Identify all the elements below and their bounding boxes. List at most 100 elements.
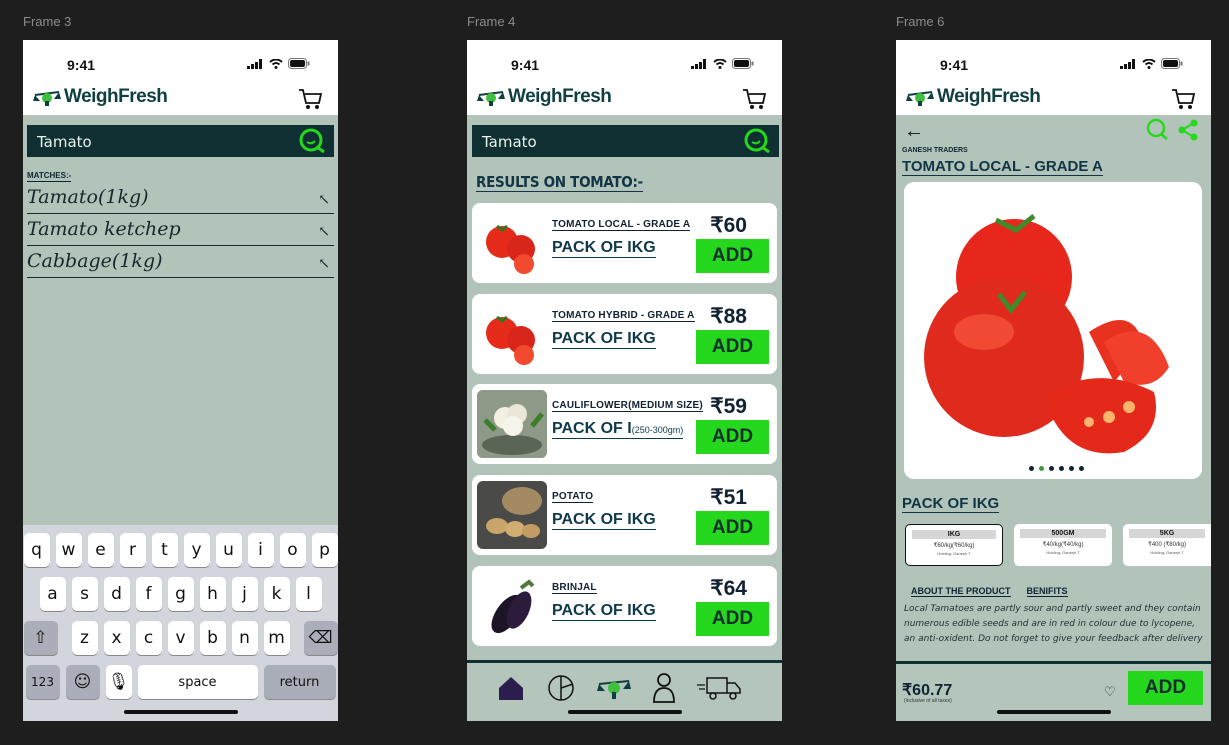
key[interactable]: g xyxy=(167,577,194,611)
product-pack: PACK OF IKG xyxy=(552,330,656,349)
key[interactable]: c xyxy=(135,621,162,655)
home-icon[interactable] xyxy=(497,675,525,701)
product-name: TOMATO HYBRID - GRADE A xyxy=(552,310,695,322)
carousel-dot[interactable] xyxy=(1079,466,1084,471)
key[interactable]: b xyxy=(199,621,226,655)
profile-icon[interactable] xyxy=(653,673,675,703)
product-name: POTATO xyxy=(552,491,594,503)
suggestion-item[interactable]: Tamato ketchep ↖ xyxy=(27,218,334,246)
key[interactable]: o xyxy=(279,533,306,567)
add-button[interactable]: ADD xyxy=(696,420,769,454)
key[interactable]: v xyxy=(167,621,194,655)
key[interactable]: s xyxy=(71,577,98,611)
backspace-key-icon[interactable]: ⌫ xyxy=(303,621,338,655)
carousel-dot[interactable] xyxy=(1049,466,1054,471)
arrow-up-left-icon[interactable]: ↖ xyxy=(318,192,330,208)
logo[interactable]: WeighFresh xyxy=(477,86,612,108)
add-button[interactable]: ADD xyxy=(696,511,769,545)
product-price: ₹64 xyxy=(710,577,747,600)
arrow-up-left-icon[interactable]: ↖ xyxy=(318,256,330,272)
status-bar: 9:41 xyxy=(467,40,782,85)
key[interactable]: y xyxy=(183,533,210,567)
key[interactable]: k xyxy=(263,577,290,611)
categories-icon[interactable] xyxy=(547,674,575,702)
add-button[interactable]: ADD xyxy=(696,239,769,273)
numbers-key[interactable]: 123 xyxy=(25,665,60,699)
add-to-cart-button[interactable]: ADD xyxy=(1128,671,1203,705)
suggestion-item[interactable]: Tamato(1kg) ↖ xyxy=(27,186,334,214)
product-pack: PACK OF I(250-300gm) xyxy=(552,420,684,439)
key[interactable]: m xyxy=(263,621,290,655)
key[interactable]: a xyxy=(39,577,66,611)
carousel-dot[interactable] xyxy=(1059,466,1064,471)
tab-benefits[interactable]: BENIFITS xyxy=(1026,586,1068,597)
status-icons xyxy=(247,58,310,69)
scale-icon[interactable] xyxy=(597,675,631,701)
carousel-dot[interactable] xyxy=(1069,466,1074,471)
key[interactable]: h xyxy=(199,577,226,611)
frame-label: Frame 3 xyxy=(23,14,72,29)
mic-key-icon[interactable]: 🎙 xyxy=(105,665,132,699)
variant-option[interactable]: 500GM ₹40/kg(₹40/kg) Holding: Ganesh T xyxy=(1014,524,1112,566)
key[interactable]: u xyxy=(215,533,242,567)
key[interactable]: f xyxy=(135,577,162,611)
matches-label: MATCHES:- xyxy=(27,171,72,182)
logo[interactable]: WeighFresh xyxy=(33,86,168,108)
product-price: ₹60 xyxy=(710,214,747,237)
tab-about[interactable]: ABOUT THE PRODUCT xyxy=(911,586,1011,597)
tomato-image xyxy=(924,214,1169,454)
add-button[interactable]: ADD xyxy=(696,602,769,636)
variant-option[interactable]: 5KG ₹400 (₹80/kg) Holding: Ganesh T xyxy=(1123,524,1211,566)
key[interactable]: z xyxy=(71,621,98,655)
key[interactable]: l xyxy=(295,577,322,611)
logo[interactable]: WeighFresh xyxy=(906,86,1041,108)
search-input[interactable]: Tamato xyxy=(27,125,334,157)
key[interactable]: x xyxy=(103,621,130,655)
product-card[interactable]: TOMATO LOCAL - GRADE A PACK OF IKG ₹60 A… xyxy=(472,203,777,283)
arrow-up-left-icon[interactable]: ↖ xyxy=(318,224,330,240)
delivery-truck-icon[interactable] xyxy=(697,675,741,701)
suggestion-item[interactable]: Cabbage(1kg) ↖ xyxy=(27,250,334,278)
product-card[interactable]: CAULIFLOWER(MEDIUM SIZE) PACK OF I(250-3… xyxy=(472,384,777,464)
key[interactable]: p xyxy=(311,533,338,567)
search-icon[interactable] xyxy=(743,128,771,158)
product-gallery[interactable] xyxy=(904,182,1202,479)
carousel-dot[interactable] xyxy=(1029,466,1034,471)
search-icon[interactable] xyxy=(1145,118,1169,142)
product-image xyxy=(477,390,547,458)
product-image xyxy=(477,300,547,368)
app-header: WeighFresh xyxy=(23,85,338,115)
key[interactable]: q xyxy=(23,533,50,567)
carousel-dot-active[interactable] xyxy=(1039,466,1044,471)
key[interactable]: d xyxy=(103,577,130,611)
product-card[interactable]: BRINJAL PACK OF IKG ₹64 ADD xyxy=(472,566,777,646)
emoji-key-icon[interactable]: ☺ xyxy=(65,665,100,699)
key[interactable]: j xyxy=(231,577,258,611)
home-indicator xyxy=(123,710,238,714)
variant-option[interactable]: IKG ₹60/kg(₹60/kg) Holding: Ganesh T xyxy=(905,524,1003,566)
heart-icon[interactable]: ♡ xyxy=(1104,684,1116,700)
suggestion-label: Cabbage(1kg) xyxy=(27,250,163,272)
return-key[interactable]: return xyxy=(263,665,336,699)
key[interactable]: i xyxy=(247,533,274,567)
cart-icon[interactable] xyxy=(742,88,767,115)
key[interactable]: n xyxy=(231,621,258,655)
product-card[interactable]: TOMATO HYBRID - GRADE A PACK OF IKG ₹88 … xyxy=(472,294,777,374)
product-pack: PACK OF IKG xyxy=(552,511,656,530)
cart-icon[interactable] xyxy=(1171,88,1196,115)
cart-icon[interactable] xyxy=(298,88,323,115)
add-button[interactable]: ADD xyxy=(696,330,769,364)
share-icon[interactable] xyxy=(1177,118,1199,142)
carousel-dots xyxy=(1029,466,1084,471)
key[interactable]: e xyxy=(87,533,114,567)
space-key[interactable]: space xyxy=(137,665,258,699)
back-arrow-icon[interactable]: ← xyxy=(904,120,924,143)
search-input[interactable]: Tamato xyxy=(472,125,779,157)
search-icon[interactable] xyxy=(298,128,326,158)
product-card[interactable]: POTATO PACK OF IKG ₹51 ADD xyxy=(472,475,777,555)
key[interactable]: t xyxy=(151,533,178,567)
key[interactable]: r xyxy=(119,533,146,567)
shift-key-icon[interactable]: ⇧ xyxy=(23,621,58,655)
key[interactable]: w xyxy=(55,533,82,567)
status-bar: 9:41 xyxy=(896,40,1211,85)
